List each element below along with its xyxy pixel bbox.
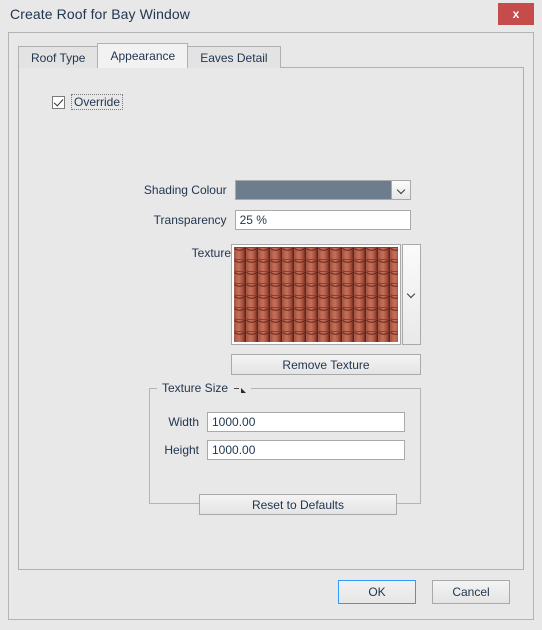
tab-page-appearance: Override Shading Colour Transparency Tex… — [18, 67, 524, 570]
texture-height-row: Height — [149, 440, 421, 460]
height-input[interactable] — [207, 440, 405, 460]
tab-eaves-detail[interactable]: Eaves Detail — [187, 46, 281, 68]
shading-colour-select[interactable] — [234, 180, 411, 200]
override-checkbox[interactable]: Override — [52, 94, 124, 110]
override-label: Override — [71, 94, 124, 110]
transparency-row: Transparency — [19, 210, 411, 230]
width-label: Width — [168, 415, 199, 429]
tab-appearance[interactable]: Appearance — [97, 43, 189, 68]
window-title: Create Roof for Bay Window — [10, 6, 191, 22]
height-label: Height — [164, 443, 199, 457]
roof-tile-texture-icon — [234, 247, 398, 342]
cancel-button[interactable]: Cancel — [432, 580, 510, 604]
tab-strip: Roof Type Appearance Eaves Detail — [18, 43, 281, 68]
chevron-down-icon — [408, 291, 415, 298]
ok-button[interactable]: OK — [338, 580, 416, 604]
shading-colour-row: Shading Colour — [19, 180, 411, 200]
reset-to-defaults-button[interactable]: Reset to Defaults — [199, 494, 397, 515]
transparency-label: Transparency — [153, 213, 227, 227]
texture-size-group-title[interactable]: Texture Size — [157, 381, 252, 395]
title-bar: Create Roof for Bay Window x — [0, 0, 542, 30]
texture-dropdown-button[interactable] — [402, 244, 421, 345]
texture-width-row: Width — [149, 412, 421, 432]
dialog-window: Create Roof for Bay Window x Roof Type A… — [0, 0, 542, 630]
texture-size-title-label: Texture Size — [162, 381, 229, 395]
shading-colour-label: Shading Colour — [143, 183, 227, 197]
width-input[interactable] — [207, 412, 405, 432]
checkmark-icon — [52, 95, 65, 109]
tab-roof-type[interactable]: Roof Type — [18, 46, 99, 68]
shading-colour-swatch — [235, 181, 391, 199]
transparency-input[interactable] — [234, 210, 411, 230]
chevron-down-icon — [391, 181, 410, 199]
remove-texture-button[interactable]: Remove Texture — [231, 354, 421, 375]
close-icon[interactable]: x — [498, 3, 534, 25]
dialog-frame: Roof Type Appearance Eaves Detail Overri… — [8, 32, 534, 620]
collapse-triangle-icon[interactable] — [234, 386, 247, 393]
texture-preview[interactable] — [231, 244, 401, 345]
texture-label: Texture — [191, 246, 231, 260]
